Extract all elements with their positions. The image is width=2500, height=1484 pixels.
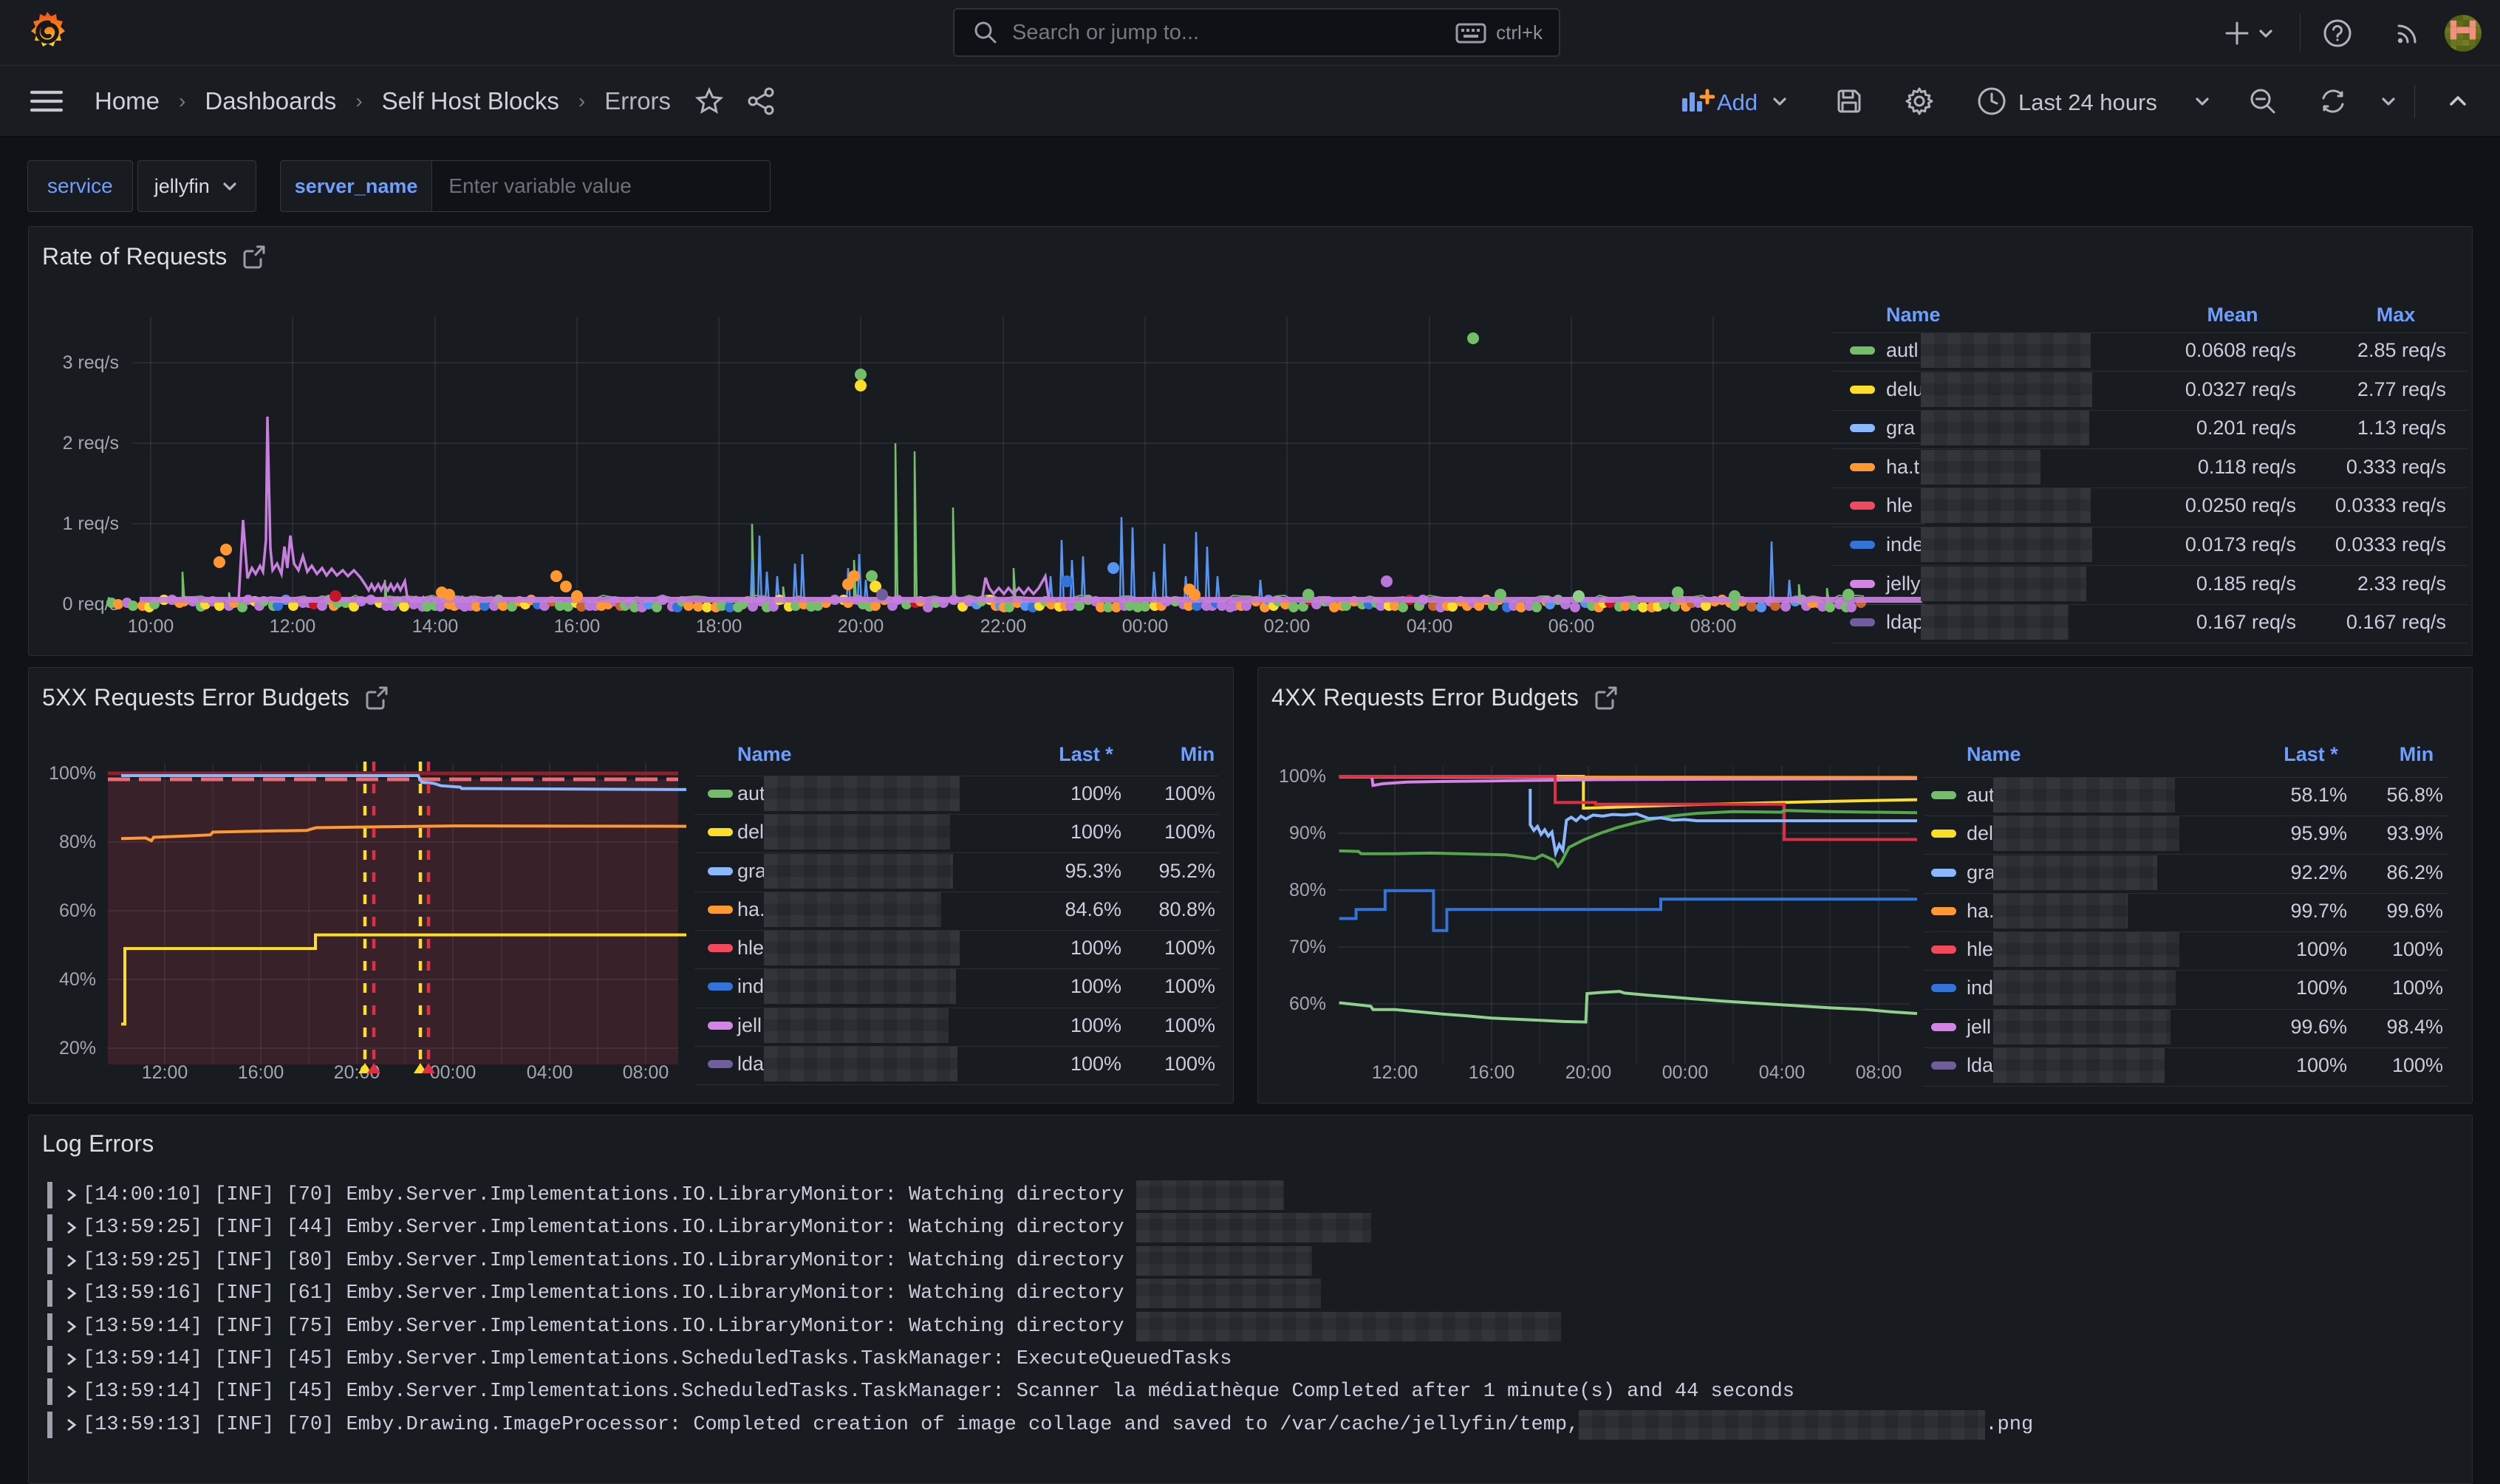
- svg-text:100%: 100%: [1279, 766, 1326, 787]
- svg-text:18:00: 18:00: [696, 616, 742, 637]
- svg-text:100%: 100%: [49, 763, 96, 784]
- svg-text:04:00: 04:00: [1407, 616, 1453, 637]
- svg-text:1 req/s: 1 req/s: [63, 513, 119, 534]
- svg-text:02:00: 02:00: [1264, 616, 1311, 637]
- svg-text:20:00: 20:00: [1565, 1062, 1612, 1083]
- svg-text:2 req/s: 2 req/s: [63, 433, 119, 454]
- svg-text:16:00: 16:00: [554, 616, 601, 637]
- svg-text:00:00: 00:00: [1122, 616, 1169, 637]
- svg-text:08:00: 08:00: [1856, 1062, 1902, 1083]
- svg-text:10:00: 10:00: [128, 616, 174, 637]
- svg-text:04:00: 04:00: [1759, 1062, 1806, 1083]
- svg-text:20:00: 20:00: [838, 616, 884, 637]
- svg-text:12:00: 12:00: [142, 1062, 188, 1083]
- svg-text:16:00: 16:00: [1469, 1062, 1515, 1083]
- svg-text:08:00: 08:00: [623, 1062, 669, 1083]
- svg-text:80%: 80%: [1289, 880, 1326, 900]
- svg-text:00:00: 00:00: [1662, 1062, 1709, 1083]
- svg-text:06:00: 06:00: [1548, 616, 1595, 637]
- svg-text:3 req/s: 3 req/s: [63, 352, 119, 373]
- svg-text:00:00: 00:00: [430, 1062, 477, 1083]
- svg-text:12:00: 12:00: [270, 616, 316, 637]
- svg-text:60%: 60%: [1289, 994, 1326, 1014]
- svg-text:12:00: 12:00: [1372, 1062, 1418, 1083]
- svg-text:70%: 70%: [1289, 937, 1326, 957]
- svg-text:16:00: 16:00: [238, 1062, 284, 1083]
- svg-text:22:00: 22:00: [980, 616, 1027, 637]
- svg-text:60%: 60%: [59, 900, 96, 921]
- svg-text:08:00: 08:00: [1690, 616, 1737, 637]
- svg-text:20%: 20%: [59, 1038, 96, 1059]
- svg-text:40%: 40%: [59, 969, 96, 990]
- svg-text:80%: 80%: [59, 832, 96, 852]
- svg-text:90%: 90%: [1289, 823, 1326, 844]
- svg-text:14:00: 14:00: [412, 616, 459, 637]
- svg-text:04:00: 04:00: [527, 1062, 573, 1083]
